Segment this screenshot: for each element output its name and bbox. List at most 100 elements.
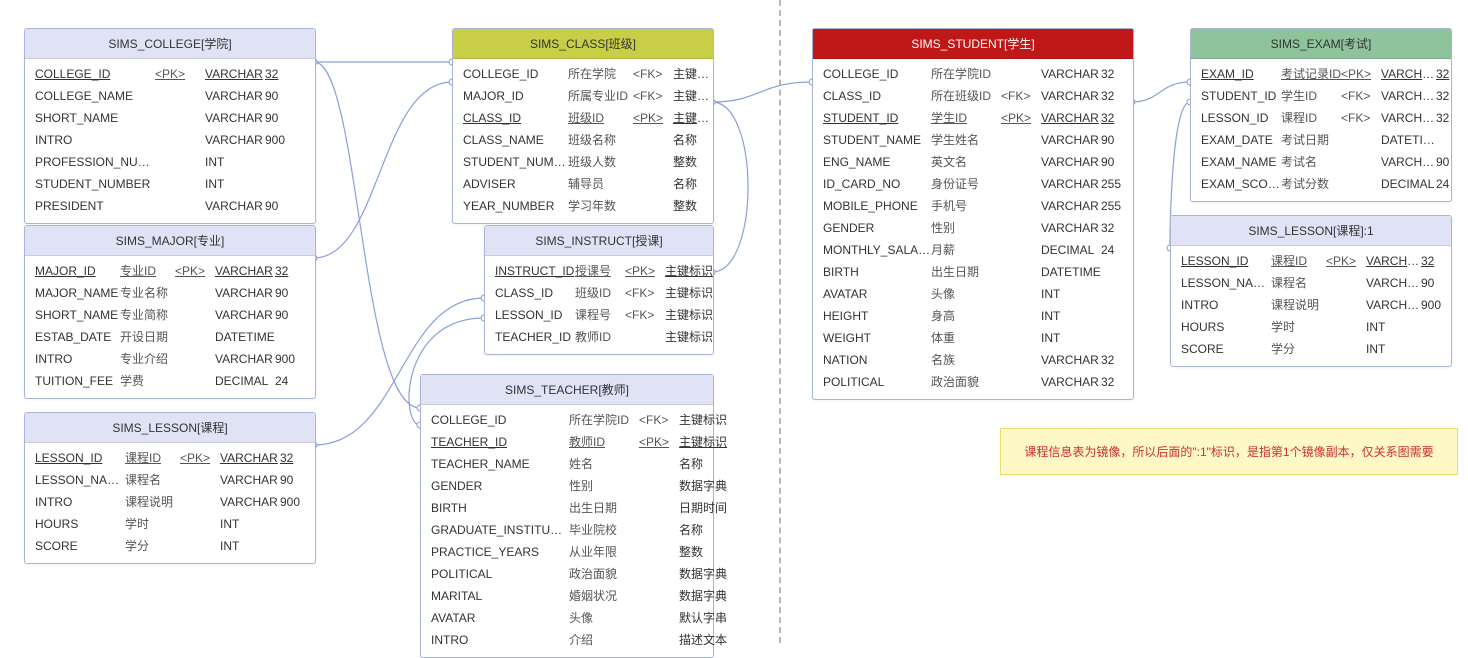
table-row[interactable]: AVATAR头像INT — [813, 283, 1133, 305]
table-row[interactable]: AVATAR头像默认字串 — [421, 607, 713, 629]
table-college[interactable]: SIMS_COLLEGE[学院] COLLEGE_ID<PK>VARCHAR32C… — [24, 28, 316, 224]
table-header[interactable]: SIMS_INSTRUCT[授课] — [485, 226, 713, 256]
table-row[interactable]: STUDENT_ID学生ID<PK>VARCHAR32 — [813, 107, 1133, 129]
table-row[interactable]: CLASS_ID班级ID<FK>主键标识 — [485, 282, 713, 304]
table-class[interactable]: SIMS_CLASS[班级] COLLEGE_ID所在学院<FK>主键标识MAJO… — [452, 28, 714, 224]
table-header[interactable]: SIMS_LESSON[课程]:1 — [1171, 216, 1451, 246]
table-row[interactable]: LESSON_NAME课程名VARCHAR90 — [1171, 272, 1451, 294]
table-row[interactable]: EXAM_DATE考试日期DATETIME — [1191, 129, 1451, 151]
table-instruct[interactable]: SIMS_INSTRUCT[授课] INSTRUCT_ID授课号<PK>主键标识C… — [484, 225, 714, 355]
table-row[interactable]: SCORE学分INT — [1171, 338, 1451, 360]
table-row[interactable]: ENG_NAME英文名VARCHAR90 — [813, 151, 1133, 173]
table-row[interactable]: INTRO课程说明VARCHAR900 — [1171, 294, 1451, 316]
table-row[interactable]: HOURS学时INT — [1171, 316, 1451, 338]
table-row[interactable]: LESSON_NAME课程名VARCHAR90 — [25, 469, 315, 491]
table-row[interactable]: POLITICAL政治面貌VARCHAR32 — [813, 371, 1133, 393]
table-row[interactable]: STUDENT_NUMBER班级人数整数 — [453, 151, 713, 173]
col-desc: 班级人数 — [568, 153, 633, 171]
table-header[interactable]: SIMS_TEACHER[教师] — [421, 375, 713, 405]
table-row[interactable]: INTRO专业介绍VARCHAR900 — [25, 348, 315, 370]
table-row[interactable]: MOBILE_PHONE手机号VARCHAR255 — [813, 195, 1133, 217]
table-row[interactable]: TEACHER_NAME姓名名称 — [421, 453, 713, 475]
col-key — [639, 499, 679, 517]
table-row[interactable]: STUDENT_NAME学生姓名VARCHAR90 — [813, 129, 1133, 151]
table-row[interactable]: SHORT_NAMEVARCHAR90 — [25, 107, 315, 129]
table-row[interactable]: COLLEGE_ID<PK>VARCHAR32 — [25, 63, 315, 85]
table-row[interactable]: CLASS_NAME班级名称名称 — [453, 129, 713, 151]
table-row[interactable]: COLLEGE_ID所在学院<FK>主键标识 — [453, 63, 713, 85]
table-row[interactable]: INTROVARCHAR900 — [25, 129, 315, 151]
table-row[interactable]: EXAM_SCORE考试分数DECIMAL24 — [1191, 173, 1451, 195]
col-desc: 班级ID — [568, 109, 633, 127]
table-header[interactable]: SIMS_LESSON[课程] — [25, 413, 315, 443]
table-row[interactable]: COLLEGE_ID所在学院ID<FK>主键标识 — [421, 409, 713, 431]
table-row[interactable]: TEACHER_ID教师ID主键标识 — [485, 326, 713, 348]
table-row[interactable]: LESSON_ID课程号<FK>主键标识 — [485, 304, 713, 326]
table-row[interactable]: HOURS学时INT — [25, 513, 315, 535]
table-row[interactable]: ESTAB_DATE开设日期DATETIME — [25, 326, 315, 348]
table-row[interactable]: MONTHLY_SALARY月薪DECIMAL24 — [813, 239, 1133, 261]
col-desc: 学习年数 — [568, 197, 633, 215]
col-type: INT — [1366, 340, 1421, 358]
col-name: MAJOR_NAME — [35, 284, 120, 302]
col-key — [1001, 285, 1041, 303]
table-row[interactable]: SCORE学分INT — [25, 535, 315, 557]
table-row[interactable]: GENDER性别数据字典 — [421, 475, 713, 497]
table-row[interactable]: TEACHER_ID教师ID<PK>主键标识 — [421, 431, 713, 453]
col-desc: 课程说明 — [1271, 296, 1326, 314]
table-row[interactable]: BIRTH出生日期日期时间 — [421, 497, 713, 519]
table-row[interactable]: ID_CARD_NO身份证号VARCHAR255 — [813, 173, 1133, 195]
table-row[interactable]: GRADUATE_INSTITUTION毕业院校名称 — [421, 519, 713, 541]
table-row[interactable]: HEIGHT身高INT — [813, 305, 1133, 327]
table-row[interactable]: PRESIDENTVARCHAR90 — [25, 195, 315, 217]
col-key: <FK> — [625, 306, 665, 324]
col-len: 32 — [1101, 109, 1131, 127]
table-row[interactable]: BIRTH出生日期DATETIME — [813, 261, 1133, 283]
table-row[interactable]: TUITION_FEE学费DECIMAL24 — [25, 370, 315, 392]
table-row[interactable]: STUDENT_ID学生ID<FK>VARCHAR32 — [1191, 85, 1451, 107]
table-row[interactable]: SHORT_NAME专业简称VARCHAR90 — [25, 304, 315, 326]
table-row[interactable]: PROFESSION_NUMBERINT — [25, 151, 315, 173]
table-student[interactable]: SIMS_STUDENT[学生] COLLEGE_ID所在学院IDVARCHAR3… — [812, 28, 1134, 400]
table-row[interactable]: STUDENT_NUMBERINT — [25, 173, 315, 195]
table-row[interactable]: EXAM_NAME考试名VARCHAR90 — [1191, 151, 1451, 173]
table-row[interactable]: PRACTICE_YEARS从业年限整数 — [421, 541, 713, 563]
col-type: 主键标识 — [665, 306, 715, 324]
table-row[interactable]: CLASS_ID所在班级ID<FK>VARCHAR32 — [813, 85, 1133, 107]
table-exam[interactable]: SIMS_EXAM[考试] EXAM_ID考试记录ID<PK>VARCHAR32S… — [1190, 28, 1452, 202]
table-header[interactable]: SIMS_COLLEGE[学院] — [25, 29, 315, 59]
table-row[interactable]: CLASS_ID班级ID<PK>主键标识 — [453, 107, 713, 129]
table-major[interactable]: SIMS_MAJOR[专业]MAJOR_ID专业ID<PK>VARCHAR32M… — [24, 225, 316, 399]
table-header[interactable]: SIMS_CLASS[班级] — [453, 29, 713, 59]
table-row[interactable]: LESSON_ID课程ID<FK>VARCHAR32 — [1191, 107, 1451, 129]
col-name: CLASS_NAME — [463, 131, 568, 149]
col-name: ESTAB_DATE — [35, 328, 120, 346]
col-type: 主键标识 — [665, 284, 715, 302]
table-row[interactable]: NATION名族VARCHAR32 — [813, 349, 1133, 371]
table-row[interactable]: GENDER性别VARCHAR32 — [813, 217, 1133, 239]
col-desc: 所在学院ID — [931, 65, 1001, 83]
table-row[interactable]: YEAR_NUMBER学习年数整数 — [453, 195, 713, 217]
table-row[interactable]: MAJOR_NAME专业名称VARCHAR90 — [25, 282, 315, 304]
table-row[interactable]: MAJOR_ID所属专业ID<FK>主键标识 — [453, 85, 713, 107]
table-lesson[interactable]: SIMS_LESSON[课程] LESSON_ID课程ID<PK>VARCHAR3… — [24, 412, 316, 564]
table-row[interactable]: COLLEGE_NAMEVARCHAR90 — [25, 85, 315, 107]
table-row[interactable]: INSTRUCT_ID授课号<PK>主键标识 — [485, 260, 713, 282]
table-lesson1[interactable]: SIMS_LESSON[课程]:1 LESSON_ID课程ID<PK>VARCHA… — [1170, 215, 1452, 367]
table-row[interactable]: POLITICAL政治面貌数据字典 — [421, 563, 713, 585]
table-row[interactable]: ADVISER辅导员名称 — [453, 173, 713, 195]
table-row[interactable]: LESSON_ID课程ID<PK>VARCHAR32 — [1171, 250, 1451, 272]
table-row[interactable]: LESSON_ID课程ID<PK>VARCHAR32 — [25, 447, 315, 469]
table-header[interactable]: SIMS_EXAM[考试] — [1191, 29, 1451, 59]
table-row[interactable]: MAJOR_ID专业ID<PK>VARCHAR32 — [25, 260, 315, 282]
table-row[interactable]: MARITAL婚姻状况数据字典 — [421, 585, 713, 607]
table-row[interactable]: INTRO课程说明VARCHAR900 — [25, 491, 315, 513]
table-header[interactable]: SIMS_STUDENT[学生] — [813, 29, 1133, 59]
col-type: VARCHAR — [1041, 373, 1101, 391]
table-header[interactable]: SIMS_MAJOR[专业] — [25, 226, 315, 256]
table-row[interactable]: EXAM_ID考试记录ID<PK>VARCHAR32 — [1191, 63, 1451, 85]
table-row[interactable]: INTRO介绍描述文本 — [421, 629, 713, 651]
table-teacher[interactable]: SIMS_TEACHER[教师] COLLEGE_ID所在学院ID<FK>主键标识… — [420, 374, 714, 658]
table-row[interactable]: WEIGHT体重INT — [813, 327, 1133, 349]
table-row[interactable]: COLLEGE_ID所在学院IDVARCHAR32 — [813, 63, 1133, 85]
